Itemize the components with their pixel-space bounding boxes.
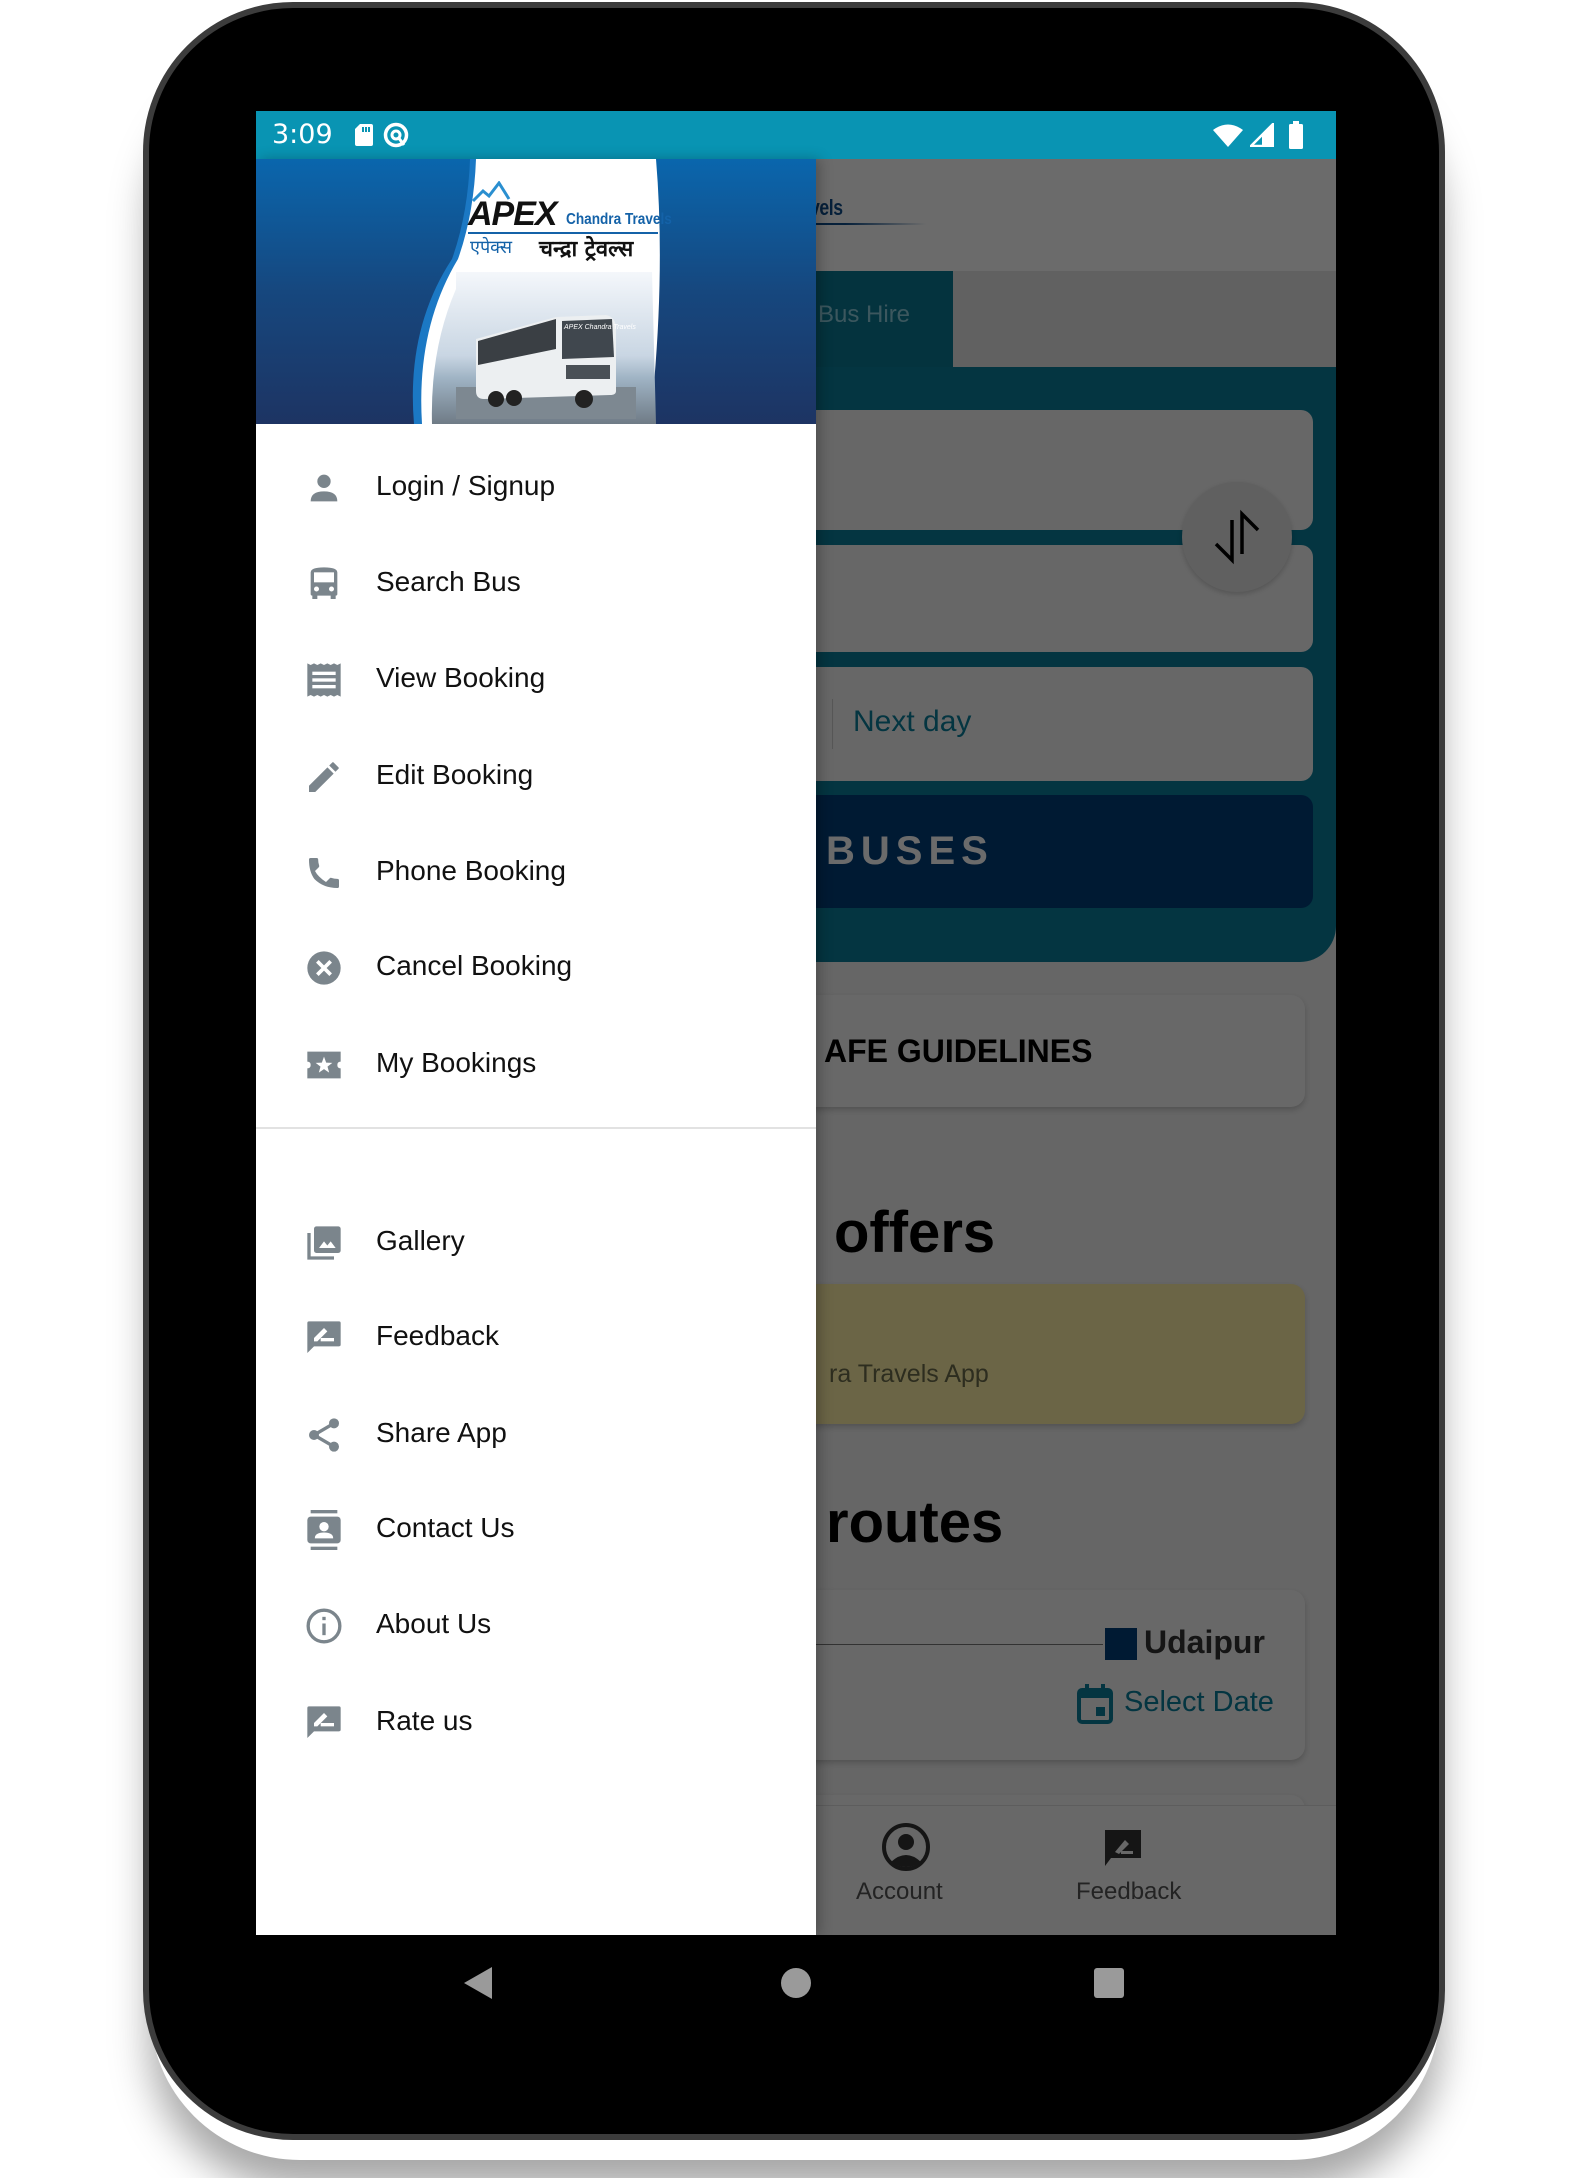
person-icon	[310, 474, 338, 502]
status-time: 3:09	[272, 119, 333, 150]
menu-item-contact-us[interactable]: Contact Us	[256, 1482, 816, 1578]
menu-item-label: Rate us	[376, 1705, 473, 1736]
device-screen: handra Travels ा ट्रेवल्स Bus Hire Today…	[256, 111, 1336, 1935]
wifi-icon	[1213, 124, 1243, 147]
status-bar: 3:09	[256, 111, 1336, 159]
menu-item-label: About Us	[376, 1608, 492, 1639]
recents-icon	[1094, 1968, 1124, 1998]
bus-livery-text: APEX Chandra Travels	[563, 324, 636, 331]
menu-item-share-app[interactable]: Share App	[256, 1387, 816, 1483]
cancel-circle-icon	[307, 951, 341, 985]
home-icon	[781, 1968, 811, 1998]
home-button[interactable]	[780, 1967, 812, 1999]
menu-item-cancel-booking[interactable]: Cancel Booking	[256, 920, 816, 1016]
menu-item-gallery[interactable]: Gallery	[256, 1195, 816, 1291]
menu-item-label: Cancel Booking	[376, 950, 573, 981]
bus-photo: APEX Chandra Travels	[456, 315, 636, 419]
data-saver-icon	[383, 122, 409, 148]
brand-apex: APEX	[468, 195, 558, 233]
menu-item-rate-us[interactable]: Rate us	[256, 1675, 816, 1771]
photo-library-icon	[307, 1226, 341, 1260]
pencil-icon	[309, 762, 339, 792]
menu-item-label: Search Bus	[376, 566, 521, 597]
menu-item-feedback[interactable]: Feedback	[256, 1290, 816, 1386]
menu-item-label: Phone Booking	[376, 855, 566, 886]
recents-button[interactable]	[1094, 1968, 1124, 1998]
menu-item-edit-booking[interactable]: Edit Booking	[256, 729, 816, 825]
brand-hindi-apex: एपेक्स	[470, 237, 513, 258]
menu-item-label: Feedback	[376, 1320, 499, 1351]
menu-item-my-bookings[interactable]: My Bookings	[256, 1017, 816, 1113]
drawer-divider	[256, 1127, 816, 1129]
ticket-star-icon	[307, 1051, 341, 1079]
navigation-drawer: APEX Chandra Travels एपेक्स चन्द्रा ट्रे…	[256, 159, 816, 1935]
sd-card-icon	[355, 124, 373, 146]
feedback-icon	[307, 1321, 341, 1353]
brand-hindi-chandra: चन्द्रा ट्रेवल्स	[539, 236, 634, 262]
menu-item-label: View Booking	[376, 662, 546, 693]
drawer-header: APEX Chandra Travels एपेक्स चन्द्रा ट्रे…	[256, 159, 816, 424]
info-icon	[306, 1608, 342, 1644]
menu-item-about-us[interactable]: About Us	[256, 1578, 816, 1674]
back-button[interactable]	[462, 1965, 494, 2001]
menu-item-phone-booking[interactable]: Phone Booking	[256, 825, 816, 921]
menu-item-search-bus[interactable]: Search Bus	[256, 536, 816, 632]
menu-item-view-booking[interactable]: View Booking	[256, 632, 816, 728]
menu-item-label: My Bookings	[376, 1047, 537, 1078]
share-icon	[309, 1418, 339, 1452]
bus-icon	[310, 567, 338, 599]
back-icon	[464, 1967, 492, 1999]
battery-icon	[1289, 121, 1303, 149]
menu-item-label: Gallery	[376, 1225, 465, 1256]
menu-item-label: Login / Signup	[376, 470, 556, 501]
menu-item-label: Share App	[376, 1417, 507, 1448]
rate-review-icon	[307, 1706, 341, 1738]
menu-item-label: Edit Booking	[376, 759, 534, 790]
contacts-icon	[307, 1510, 341, 1550]
phone-icon	[309, 858, 339, 888]
brand-subtitle: Chandra Travels	[566, 211, 672, 228]
receipt-icon	[307, 663, 341, 697]
menu-item-login-signup[interactable]: Login / Signup	[256, 440, 816, 536]
menu-item-label: Contact Us	[376, 1512, 515, 1543]
cell-signal-icon	[1250, 123, 1274, 147]
